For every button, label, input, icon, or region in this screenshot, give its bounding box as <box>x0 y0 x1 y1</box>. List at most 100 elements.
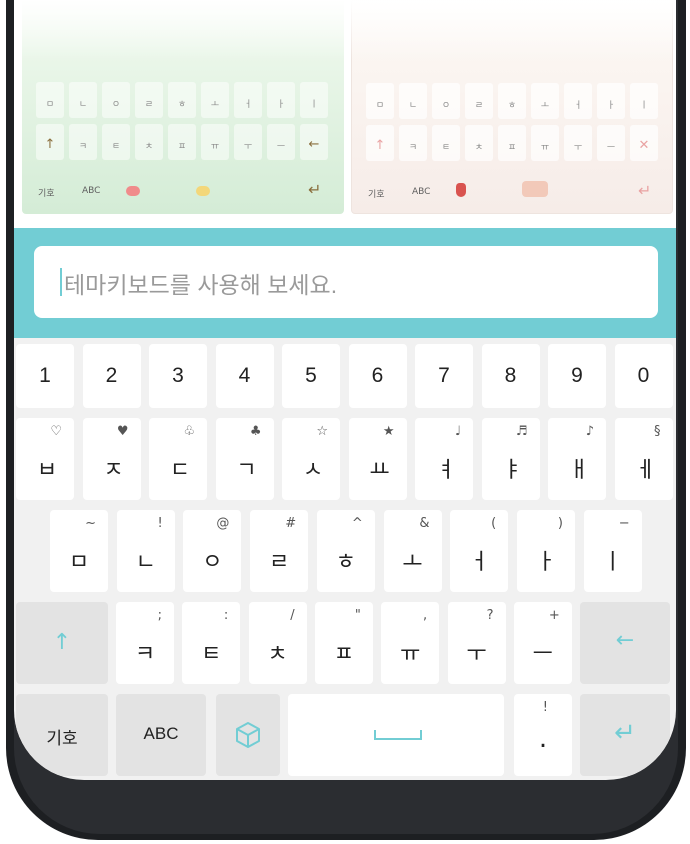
key-6[interactable]: 6 <box>348 344 407 408</box>
symbols-key[interactable]: 기호 <box>16 694 108 776</box>
mini-key-label: ✕ <box>638 138 650 153</box>
key-label: ㅐ <box>568 458 590 483</box>
mini-key-label: ㅌ <box>441 143 451 153</box>
key-row2[interactable]: − ㅣ <box>583 510 642 592</box>
mini-key-label: ㅊ <box>144 142 154 152</box>
key-label: 3 <box>172 364 184 387</box>
mini-key: ㅁ <box>366 83 394 119</box>
mini-key: ㅗ <box>531 83 559 119</box>
key-3[interactable]: 3 <box>149 344 207 408</box>
key-sub-label: # <box>285 516 297 531</box>
mini-key-label: ㅗ <box>210 100 220 110</box>
key-row3[interactable]: :ㅌ <box>182 602 241 684</box>
theme-preview-mint[interactable]: ㅁ ㄴ ㅇ ㄹ ㅎ ㅗ ㅓ ㅏ ㅣ ↑ ㅋ ㅌ ㅊ ㅍ ㅠ ㅜ ㅡ ← 기호 ABC ↵ <box>22 0 344 214</box>
key-row2[interactable]: ~ ㅁ <box>50 510 108 592</box>
key-row1[interactable]: ★ ㅛ <box>348 418 407 500</box>
theme-preview-area: ㅁ ㄴ ㅇ ㄹ ㅎ ㅗ ㅓ ㅏ ㅣ ↑ ㅋ ㅌ ㅊ ㅍ ㅠ ㅜ ㅡ ← 기호 ABC ↵ ㅁ ㄴ ㅇ ㄹ ㅎ ㅗ ㅓ ㅏ ㅣ ↑ ㅋ ㅌ ㅊ ㅍ ㅠ… <box>14 0 676 228</box>
phone-chin <box>40 780 650 820</box>
mini-key-label: ㄹ <box>474 101 484 111</box>
key-9[interactable]: 9 <box>548 344 606 408</box>
mini-key: ㅊ <box>135 124 163 160</box>
key-label: ㅋ <box>134 642 156 667</box>
key-label: 6 <box>371 364 384 387</box>
mini-key-label: ㅡ <box>276 142 286 152</box>
key-row3[interactable]: ; ㅋ <box>116 602 174 684</box>
key-label: ㅕ <box>435 458 457 483</box>
mini-key: ㅣ <box>300 82 328 118</box>
key-row3[interactable]: " ㅍ <box>314 602 373 684</box>
key-7[interactable]: 7 <box>415 344 473 408</box>
key-row1[interactable]: ☆ ㅅ <box>282 418 340 500</box>
period-key[interactable]: !. <box>514 694 572 776</box>
key-label: 1 <box>39 364 51 387</box>
input-band: 테마키보드를 사용해 보세요. <box>14 228 676 338</box>
key-2[interactable]: 2 <box>82 344 141 408</box>
mini-key-label: ㅍ <box>507 143 517 153</box>
key-row2[interactable]: & ㅗ <box>383 510 442 592</box>
phone: ㅁㄴㅇㄹㅎㅗㅓㅏㅣ ↑ ㅋㅌㅊㅍㅠㅜㅡ ← 기호 ABC ↵ ㅁㄴㅇㄹㅎㅗㅓㅏㅣ ↑ ㅋㅌㅊㅍㅠ… <box>0 0 690 844</box>
cube-icon <box>236 722 260 748</box>
key-label: 4 <box>238 364 251 387</box>
mini-key-label: ↑ <box>44 137 56 152</box>
theme-preview-pink[interactable]: ㅁ ㄴ ㅇ ㄹ ㅎ ㅗ ㅓ ㅏ ㅣ ↑ ㅋ ㅌ ㅊ ㅍ ㅠ ㅜ ㅡ ✕ 기호 ABC ↵ <box>351 0 673 214</box>
key-row1[interactable]: ♣ ㄱ <box>215 418 274 500</box>
key-label: ㅂ <box>36 458 58 483</box>
abc-key[interactable]: ABC <box>116 694 206 776</box>
mini-key: ㄹ <box>135 82 163 118</box>
key-row2[interactable]: (ㅓ <box>450 510 509 592</box>
key-label: ㅛ <box>369 458 390 483</box>
mini-key: ㅜ <box>234 124 262 160</box>
key-0[interactable]: 0 <box>614 344 673 408</box>
key-5[interactable]: 5 <box>282 344 340 408</box>
key-row1[interactable]: ♬ ㅑ <box>481 418 540 500</box>
mini-key-label: ㅏ <box>606 101 616 111</box>
key-8[interactable]: 8 <box>481 344 540 408</box>
mini-key-label: ㅋ <box>408 143 418 153</box>
key-1[interactable]: 1 <box>16 344 74 408</box>
mini-key: ㅍ <box>168 124 196 160</box>
key-row1[interactable]: ♧ ㄷ <box>149 418 207 500</box>
mini-key-label: ㅎ <box>507 101 517 111</box>
backspace-icon: ← <box>615 628 635 653</box>
key-row3[interactable]: ,ㅠ <box>381 602 440 684</box>
emoji-key[interactable] <box>216 694 280 776</box>
key-row2[interactable]: ) ㅏ <box>516 510 575 592</box>
key-row3[interactable]: / ㅊ <box>248 602 307 684</box>
key-row2[interactable]: @ ㅇ <box>183 510 242 592</box>
key-row3[interactable]: + ㅡ <box>513 602 572 684</box>
key-4[interactable]: 4 <box>215 344 274 408</box>
strawberry-icon <box>456 183 466 197</box>
key-sub-label: & <box>419 516 430 531</box>
mini-symbols-label: 기호 <box>38 189 55 199</box>
backspace-key[interactable]: ← <box>580 602 670 684</box>
mini-key-label: ㅎ <box>177 100 187 110</box>
mini-key-label: ㄴ <box>408 101 418 111</box>
key-row3[interactable]: ? ㅜ <box>447 602 506 684</box>
mini-key-label: ㅣ <box>639 101 649 111</box>
key-label: ㅑ <box>502 458 523 483</box>
mini-key: ㅋ <box>69 124 97 160</box>
mini-key: ㅏ <box>267 82 295 118</box>
key-row2[interactable]: ^ ㅎ <box>316 510 375 592</box>
key-row2[interactable]: # ㄹ <box>250 510 309 592</box>
key-sub-label: ♩ <box>454 424 461 439</box>
mini-key: ㅓ <box>564 83 592 119</box>
shift-key[interactable]: ↑ <box>16 602 108 684</box>
mini-key-label: ← <box>308 137 320 152</box>
key-label: ㅍ <box>333 642 355 667</box>
key-row1[interactable]: ♥ ㅈ <box>82 418 141 500</box>
enter-key[interactable]: ↵ <box>580 694 670 776</box>
key-sub-label: + <box>548 608 560 623</box>
mini-key-label: ㅗ <box>540 101 550 111</box>
key-row2[interactable]: ! ㄴ <box>116 510 175 592</box>
text-input[interactable]: 테마키보드를 사용해 보세요. <box>34 246 658 318</box>
key-label: 9 <box>571 364 583 387</box>
space-key[interactable] <box>288 694 504 776</box>
key-label: 0 <box>637 364 650 387</box>
key-row1[interactable]: ♩ ㅕ <box>415 418 473 500</box>
key-row1[interactable]: ♡ ㅂ <box>16 418 74 500</box>
key-row1[interactable]: ♪ ㅐ <box>548 418 606 500</box>
mini-key-label: ㅇ <box>111 100 121 110</box>
key-label: ㅇ <box>202 550 223 575</box>
key-row1[interactable]: § ㅔ <box>614 418 673 500</box>
